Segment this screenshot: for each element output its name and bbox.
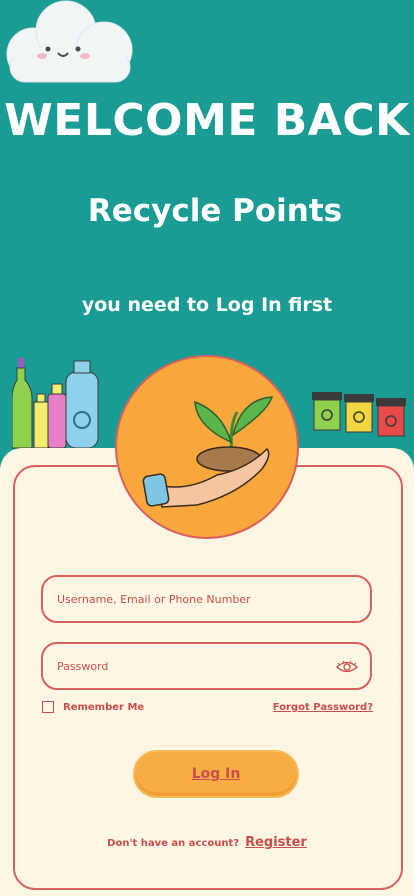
forgot-password-link[interactable]: Forgot Password? [273,702,373,713]
cloud-icon [6,0,133,83]
login-button[interactable]: Log In [133,750,299,798]
register-question: Don't have an account? [107,838,240,849]
register-row: Don't have an account? Register [0,835,414,850]
bottles-icon [12,358,99,449]
plant-in-hand-icon [142,396,274,508]
welcome-title: WELCOME BACK [4,95,410,146]
username-field[interactable] [41,575,372,623]
username-input[interactable] [57,592,356,606]
register-link[interactable]: Register [245,835,307,850]
remember-label: Remember Me [63,701,145,713]
recycling-bins-icon [312,392,406,437]
password-field[interactable] [41,642,372,690]
remember-checkbox[interactable] [42,701,54,713]
password-input[interactable] [57,659,356,673]
remember-me[interactable]: Remember Me [42,701,144,713]
app-name: Recycle Points [87,193,343,229]
login-prompt: you need to Log In first [81,294,333,316]
eye-icon[interactable] [336,660,358,674]
logo-badge [115,355,299,539]
